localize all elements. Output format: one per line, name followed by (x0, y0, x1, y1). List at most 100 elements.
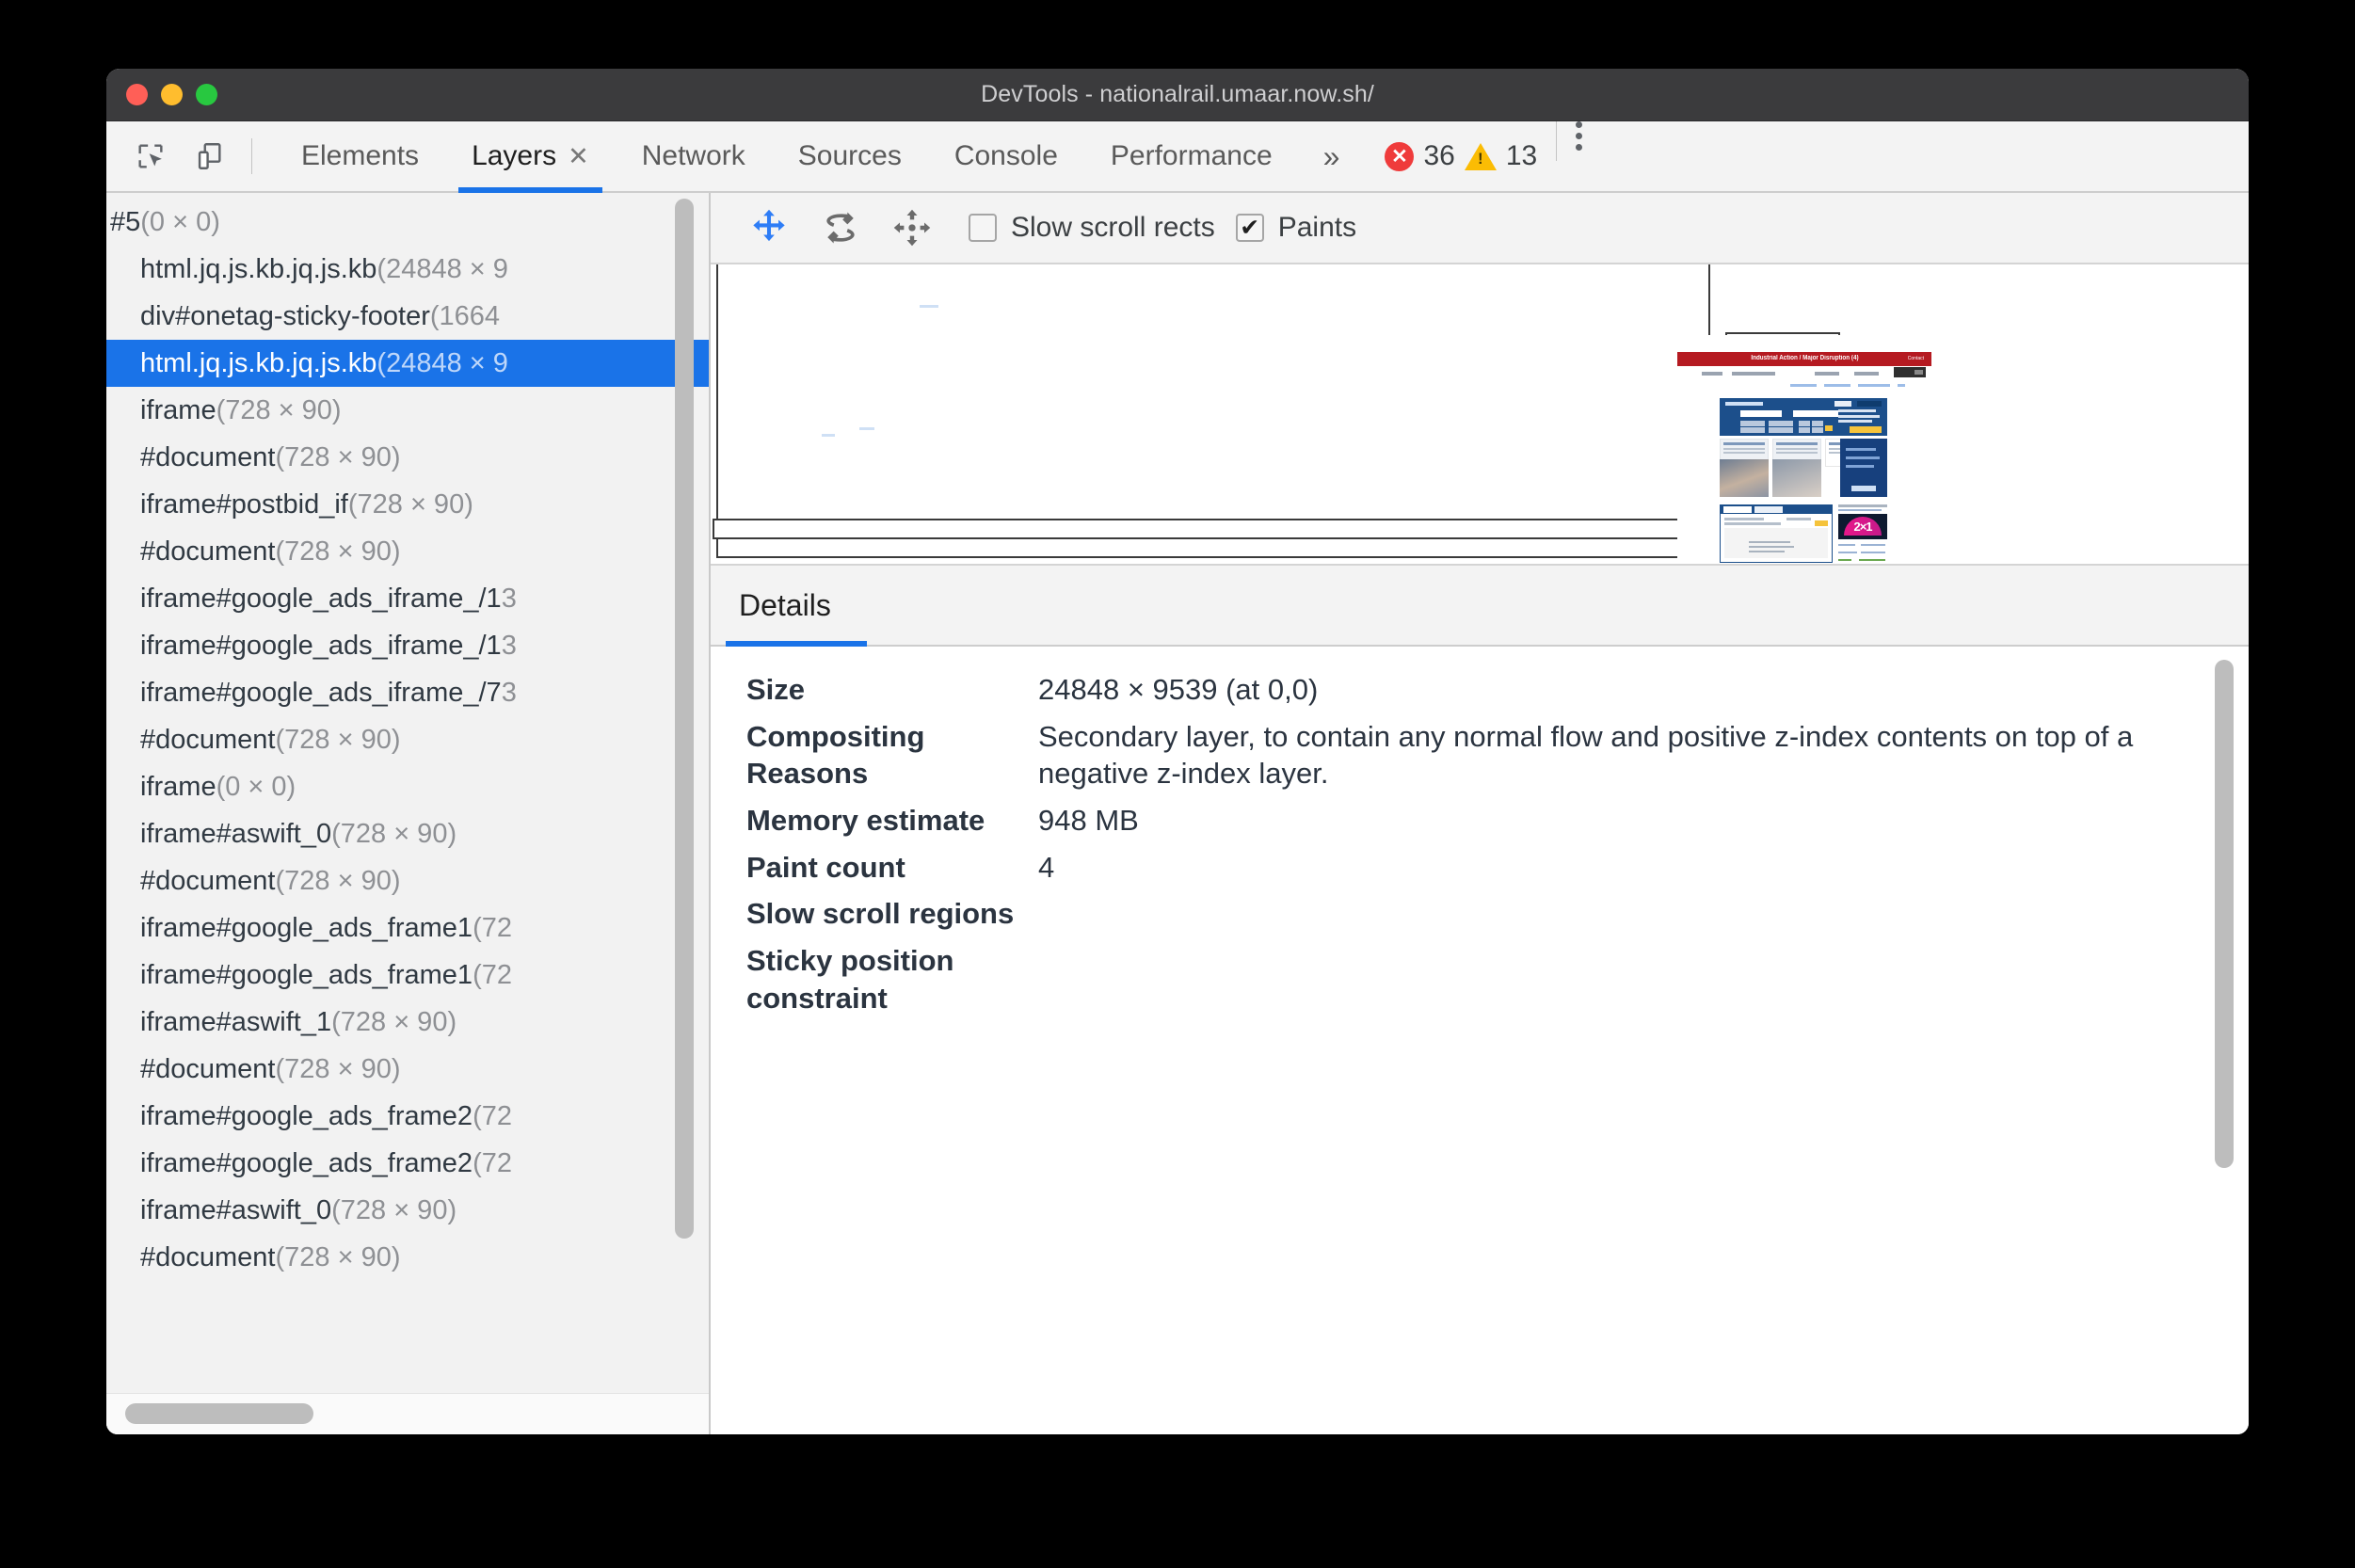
details-value: 948 MB (1038, 804, 1139, 838)
layer-tree-node[interactable]: div#onetag-sticky-footer(1664 (106, 293, 709, 340)
checkbox-label: Paints (1277, 212, 1357, 243)
node-size: (24848 × 9 (376, 348, 508, 378)
details-value (1038, 942, 2249, 1016)
kebab-menu-icon[interactable] (1576, 121, 1583, 191)
details-content: Size 24848 × 9539 (at 0,0) Compositing R… (711, 647, 2249, 1434)
window-title: DevTools - nationalrail.umaar.now.sh/ (981, 81, 1374, 107)
node-name: iframe#aswift_0 (140, 1195, 332, 1225)
layer-outline-root[interactable] (716, 264, 1710, 558)
traffic-lights (126, 84, 217, 105)
node-name: iframe (140, 772, 216, 802)
warning-icon (1464, 142, 1497, 170)
vertical-scrollbar[interactable] (2215, 660, 2234, 1168)
node-size: (24848 × 9 (376, 254, 508, 284)
details-value: Secondary layer, to contain any normal f… (1038, 719, 2134, 791)
layer-tree-node[interactable]: #document(728 × 90) (106, 528, 709, 575)
inspect-element-icon[interactable] (121, 121, 180, 191)
tab-console[interactable]: Console (928, 121, 1084, 191)
layer-tree-node[interactable]: iframe#postbid_if(728 × 90) (106, 481, 709, 528)
devtools-window: DevTools - nationalrail.umaar.now.sh/ El… (106, 69, 2249, 1434)
site-search-widget (1720, 398, 1887, 436)
close-window-button[interactable] (126, 84, 148, 105)
layer-tree-node[interactable]: iframe#google_ads_iframe_/13 (106, 575, 709, 622)
layer-tree-node[interactable]: #document(728 × 90) (106, 434, 709, 481)
layer-tree-node[interactable]: iframe#aswift_1(728 × 90) (106, 999, 709, 1046)
pan-mode-icon[interactable] (733, 207, 805, 248)
minimize-window-button[interactable] (161, 84, 183, 105)
node-size: (728 × 90) (331, 819, 457, 849)
tab-sources[interactable]: Sources (772, 121, 928, 191)
paints-checkbox[interactable]: ✔ Paints (1235, 212, 1357, 244)
tab-label: Console (953, 140, 1058, 171)
site-banner-title: Industrial Action / Major Disruption (4) (1751, 355, 1859, 361)
node-name: #document (140, 1242, 276, 1272)
faint-text-fragment (859, 427, 874, 430)
layer-tree-node[interactable]: #document(728 × 90) (106, 716, 709, 763)
devtools-tab-bar: Elements Layers ✕ Network Sources Consol… (106, 121, 2249, 193)
layer-tree-node[interactable]: iframe#aswift_0(728 × 90) (106, 1187, 709, 1234)
reset-transform-icon[interactable] (876, 207, 948, 248)
error-icon: ✕ (1385, 141, 1415, 171)
tab-elements[interactable]: Elements (275, 121, 445, 191)
details-value: 24848 × 9539 (at 0,0) (1038, 673, 1319, 706)
layer-tree-node[interactable]: iframe#google_ads_iframe_/73 (106, 669, 709, 716)
tab-label: Details (739, 587, 831, 622)
site-sub-links (1790, 384, 1913, 388)
horizontal-scrollbar-track[interactable] (106, 1393, 709, 1434)
layer-tree-node[interactable]: html.jq.js.kb.jq.js.kb(24848 × 9 (106, 246, 709, 293)
details-value (1038, 895, 2249, 933)
layer-tree-node[interactable]: iframe#google_ads_iframe_/13 (106, 622, 709, 669)
site-nav-button (1894, 367, 1926, 377)
horizontal-scrollbar[interactable] (125, 1403, 313, 1424)
layer-tree-node[interactable]: iframe#aswift_0(728 × 90) (106, 810, 709, 857)
tab-network[interactable]: Network (616, 121, 772, 191)
details-row: Memory estimate 948 MB (711, 802, 2249, 840)
details-key: Sticky position constraint (746, 944, 954, 1015)
layer-tree-node[interactable]: iframe#google_ads_frame2(72 (106, 1093, 709, 1140)
layer-tree-node[interactable]: iframe(0 × 0) (106, 763, 709, 810)
tab-layers[interactable]: Layers ✕ (445, 121, 616, 193)
layer-tree-node[interactable]: #document(728 × 90) (106, 1046, 709, 1093)
node-size: 3 (501, 584, 517, 614)
close-icon[interactable]: ✕ (568, 143, 589, 169)
tab-label: Sources (797, 140, 902, 171)
details-tab-bar: Details (711, 566, 2249, 647)
details-key: Paint count (746, 850, 905, 884)
layer-tree-node[interactable]: #document(728 × 90) (106, 1234, 709, 1281)
details-key: Memory estimate (746, 804, 985, 838)
layer-tree-node[interactable]: #document(728 × 90) (106, 857, 709, 904)
issue-counters[interactable]: ✕ 36 13 (1385, 121, 1537, 191)
title-bar: DevTools - nationalrail.umaar.now.sh/ (106, 69, 2249, 121)
layer-tree-node[interactable]: iframe#google_ads_frame1(72 (106, 904, 709, 952)
rotate-mode-icon[interactable] (805, 207, 876, 248)
node-name: #document (140, 725, 276, 755)
site-banner-right-link: Contact (1907, 356, 1924, 361)
zoom-window-button[interactable] (196, 84, 217, 105)
layer-tree-node[interactable]: iframe(728 × 90) (106, 387, 709, 434)
more-tabs-icon[interactable]: » (1299, 121, 1365, 191)
layer-outline-sticky-strip[interactable] (713, 519, 1708, 539)
slow-scroll-rects-checkbox[interactable]: Slow scroll rects (969, 212, 1215, 244)
layer-tree[interactable]: #5(0 × 0) html.jq.js.kb.jq.js.kb(24848 ×… (106, 193, 709, 1393)
layer-tree-node-selected[interactable]: html.jq.js.kb.jq.js.kb(24848 × 9 (106, 340, 709, 387)
site-content-cards (1720, 439, 1887, 497)
layer-tree-node[interactable]: iframe#google_ads_frame1(72 (106, 952, 709, 999)
device-toolbar-icon[interactable] (180, 121, 238, 191)
layer-tree-panel: #5(0 × 0) html.jq.js.kb.jq.js.kb(24848 ×… (106, 193, 711, 1434)
tab-details[interactable]: Details (711, 566, 867, 647)
site-ad-panel (1840, 439, 1887, 497)
layer-tree-node[interactable]: iframe#google_ads_frame2(72 (106, 1140, 709, 1187)
node-size: (728 × 90) (275, 442, 401, 472)
node-size: (728 × 90) (347, 489, 473, 520)
layers-3d-viewport[interactable]: Industrial Action / Major Disruption (4)… (711, 264, 2249, 566)
details-row: Sticky position constraint (711, 942, 2249, 1016)
details-row: Compositing Reasons Secondary layer, to … (711, 718, 2249, 792)
vertical-scrollbar[interactable] (675, 199, 694, 1239)
toolbar-divider (251, 138, 252, 174)
faint-text-fragment (920, 305, 938, 308)
tab-label: Network (641, 140, 745, 171)
node-name: iframe#google_ads_frame1 (140, 960, 473, 990)
site-alert-banner: Industrial Action / Major Disruption (4)… (1677, 352, 1931, 366)
tab-performance[interactable]: Performance (1084, 121, 1299, 191)
layer-tree-node[interactable]: #5(0 × 0) (106, 199, 709, 246)
